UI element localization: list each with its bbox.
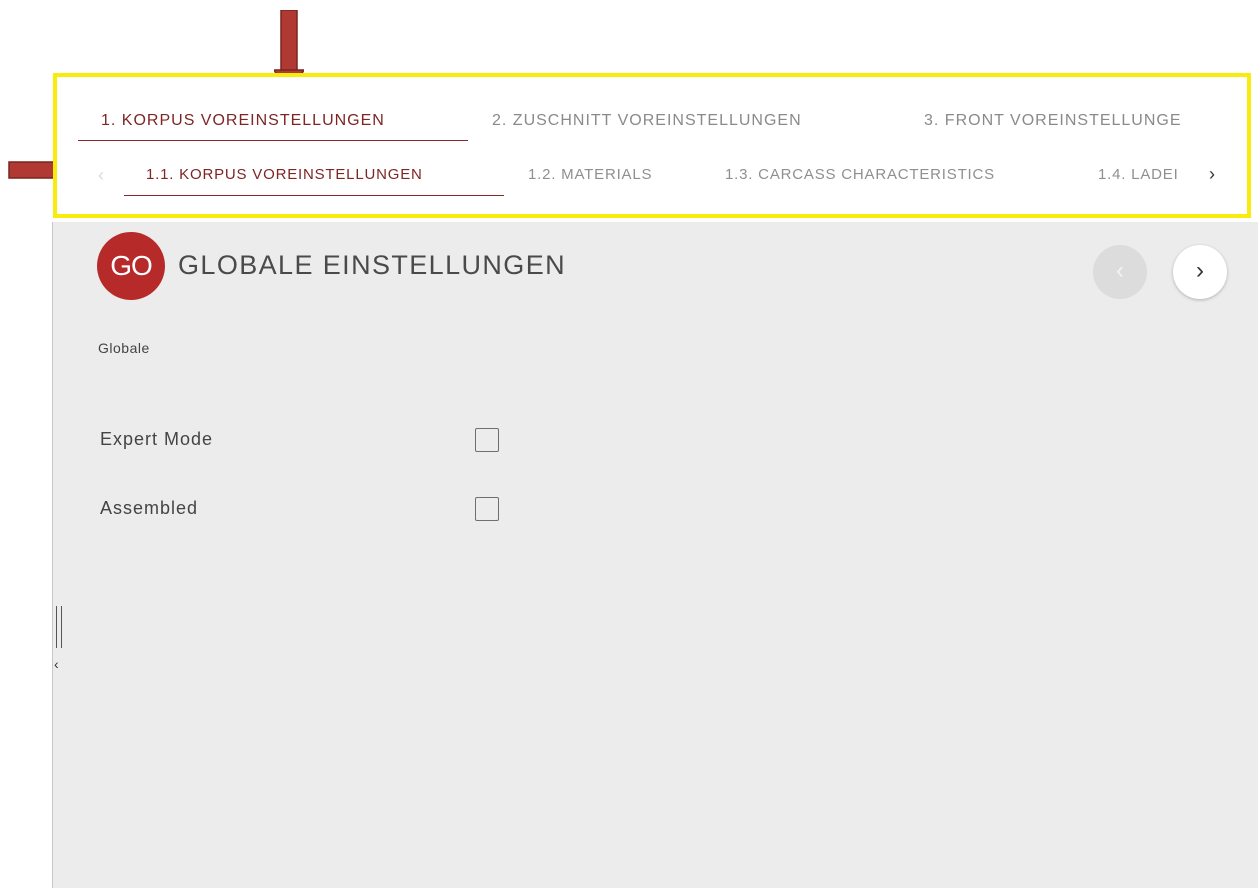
tab-korpus-voreinstellungen[interactable]: 1. KORPUS VOREINSTELLUNGEN xyxy=(101,112,385,130)
tab-zuschnitt-voreinstellungen[interactable]: 2. ZUSCHNITT VOREINSTELLUNGEN xyxy=(492,112,802,130)
section-badge: GO xyxy=(97,232,165,300)
subtab-ladei[interactable]: 1.4. LADEI xyxy=(1098,166,1179,183)
active-subtab-underline xyxy=(124,195,504,196)
subtab-materials[interactable]: 1.2. MATERIALS xyxy=(528,166,652,183)
assembled-label: Assembled xyxy=(100,498,199,518)
tab-front-voreinstellungen[interactable]: 3. FRONT VOREINSTELLUNGE xyxy=(924,112,1182,130)
chevron-left-icon: ‹ xyxy=(54,656,59,672)
subtab-carcass-characteristics[interactable]: 1.3. CARCASS CHARACTERISTICS xyxy=(725,166,995,183)
active-tab-underline xyxy=(78,140,468,141)
previous-section-button[interactable]: ‹ xyxy=(1093,245,1147,299)
drag-handle-icon xyxy=(56,606,62,648)
next-section-button[interactable]: › xyxy=(1173,245,1227,299)
subtab-korpus-voreinstellungen[interactable]: 1.1. KORPUS VOREINSTELLUNGEN xyxy=(146,166,423,183)
group-label: Globale xyxy=(98,340,150,356)
assembled-checkbox[interactable] xyxy=(475,497,499,521)
collapse-left-icon[interactable]: ‹ xyxy=(54,606,64,678)
expert-mode-label: Expert Mode xyxy=(100,429,214,449)
main-content-panel xyxy=(53,222,1258,888)
section-title: GLOBALE EINSTELLUNGEN xyxy=(178,250,567,280)
expert-mode-checkbox[interactable] xyxy=(475,428,499,452)
tab-navigation-highlight xyxy=(53,73,1251,218)
subtabs-prev-icon[interactable]: ‹ xyxy=(98,166,104,184)
subtabs-next-icon[interactable]: › xyxy=(1209,165,1215,183)
